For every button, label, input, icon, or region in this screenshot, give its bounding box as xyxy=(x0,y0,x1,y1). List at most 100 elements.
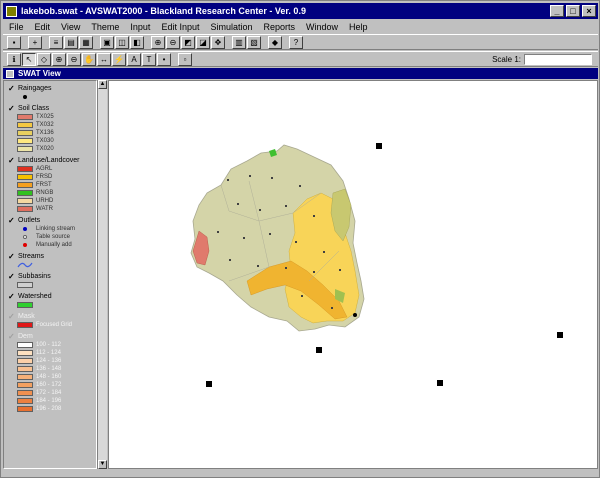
legend-item: 148 - 160 xyxy=(8,373,96,381)
draw-icon[interactable]: • xyxy=(157,52,171,66)
theme-name: Dem xyxy=(18,333,33,340)
zoom-out-icon[interactable]: ⊖ xyxy=(166,35,180,49)
theme-checkbox[interactable]: ✓ xyxy=(8,252,16,261)
horizontal-scrollbar[interactable] xyxy=(3,470,598,477)
legend-item: FRSD xyxy=(8,173,96,181)
legend-item: 124 - 136 xyxy=(8,357,96,365)
legend-item: URHD xyxy=(8,197,96,205)
theme-landuse-landcover[interactable]: ✓ Landuse/Landcover AGRL FRSD FRST RNGB URHD WA… xyxy=(4,156,96,213)
snap-icon[interactable]: ▫ xyxy=(178,52,192,66)
legend-label: TX136 xyxy=(36,130,54,136)
theme-dem[interactable]: ✓ Dem 100 - 112 112 - 124 124 - 136 136 - 148… xyxy=(4,332,96,413)
scroll-down-icon[interactable]: ▼ xyxy=(98,460,107,469)
save-icon[interactable]: ▪ xyxy=(7,35,21,49)
legend-symbol xyxy=(17,206,33,212)
menu-theme[interactable]: Theme xyxy=(91,22,119,32)
legend-symbol xyxy=(17,166,33,172)
find-icon[interactable]: ▥ xyxy=(232,35,246,49)
legend-symbol xyxy=(17,366,33,372)
menu-input[interactable]: Input xyxy=(130,22,150,32)
measure-icon[interactable]: ↔ xyxy=(97,52,111,66)
vertex-icon[interactable]: ◇ xyxy=(37,52,51,66)
toc-scrollbar[interactable]: ▲ ▼ xyxy=(97,80,107,469)
legend-label: Manually add xyxy=(36,242,72,248)
theme-streams[interactable]: ✓ Streams xyxy=(4,252,96,269)
scroll-up-icon[interactable]: ▲ xyxy=(98,80,107,89)
locate-icon[interactable]: ◆ xyxy=(268,35,282,49)
theme-checkbox[interactable]: ✓ xyxy=(8,272,16,281)
add-theme-icon[interactable]: + xyxy=(28,35,42,49)
zoom-in-icon[interactable]: ⊕ xyxy=(151,35,165,49)
menu-edit[interactable]: Edit xyxy=(35,22,51,32)
hotlink-icon[interactable]: ⚡ xyxy=(112,52,126,66)
select-features-icon[interactable]: ◩ xyxy=(181,35,195,49)
legend-item xyxy=(8,93,96,101)
zoom-selected-icon[interactable]: ◧ xyxy=(130,35,144,49)
legend-symbol xyxy=(17,94,33,100)
raingage-marker-3[interactable] xyxy=(557,332,563,338)
legend-symbol xyxy=(17,146,33,152)
zoom-in-tool-icon[interactable]: ⊕ xyxy=(52,52,66,66)
maximize-button[interactable]: □ xyxy=(566,5,580,17)
scale-input[interactable] xyxy=(524,53,592,65)
legend-item: Table source xyxy=(8,233,96,241)
raingage-marker-1[interactable] xyxy=(376,143,382,149)
legend-label: 196 - 208 xyxy=(36,406,62,412)
menu-edit-input[interactable]: Edit Input xyxy=(161,22,199,32)
menu-window[interactable]: Window xyxy=(306,22,338,32)
zoom-out-tool-icon[interactable]: ⊖ xyxy=(67,52,81,66)
theme-checkbox[interactable]: ✓ xyxy=(8,216,16,225)
raingage-marker-2[interactable] xyxy=(316,347,322,353)
menu-help[interactable]: Help xyxy=(349,22,368,32)
raingage-marker-4[interactable] xyxy=(206,381,212,387)
theme-properties-icon[interactable]: ≡ xyxy=(49,35,63,49)
theme-mask[interactable]: ✓ Mask Focused Grid xyxy=(4,312,96,329)
theme-watershed[interactable]: ✓ Watershed xyxy=(4,292,96,309)
theme-checkbox[interactable]: ✓ xyxy=(8,84,16,93)
legend-symbol xyxy=(17,282,33,288)
identify-icon[interactable]: ℹ xyxy=(7,52,21,66)
legend-item: 172 - 184 xyxy=(8,389,96,397)
raingage-marker-5[interactable] xyxy=(437,380,443,386)
clear-selection-icon[interactable]: ◪ xyxy=(196,35,210,49)
theme-checkbox[interactable]: ✓ xyxy=(8,292,16,301)
text-icon[interactable]: T xyxy=(142,52,156,66)
theme-subbasins[interactable]: ✓ Subbasins xyxy=(4,272,96,289)
legend-item: TX032 xyxy=(8,121,96,129)
pan-icon[interactable]: ✋ xyxy=(82,52,96,66)
minimize-button[interactable]: _ xyxy=(550,5,564,17)
pointer-icon[interactable]: ↖ xyxy=(22,52,36,66)
tool-bar: ℹ ↖ ◇ ⊕ ⊖ ✋ ↔ ⚡ A T • ▫ Scale 1: xyxy=(3,51,598,67)
theme-checkbox[interactable]: ✓ xyxy=(8,156,16,165)
zoom-active-icon[interactable]: ◫ xyxy=(115,35,129,49)
map-canvas[interactable] xyxy=(108,80,598,469)
menu-file[interactable]: File xyxy=(9,22,24,32)
help-icon[interactable]: ? xyxy=(289,35,303,49)
legend-label: AGRL xyxy=(36,166,53,172)
menu-simulation[interactable]: Simulation xyxy=(210,22,252,32)
theme-raingages[interactable]: ✓ Raingages xyxy=(4,84,96,101)
query-icon[interactable]: ▧ xyxy=(247,35,261,49)
open-table-icon[interactable]: ▦ xyxy=(79,35,93,49)
menu-reports[interactable]: Reports xyxy=(264,22,296,32)
pan-view-icon[interactable]: ✥ xyxy=(211,35,225,49)
close-button[interactable]: × xyxy=(582,5,596,17)
view-title: SWAT View xyxy=(18,69,61,78)
menu-view[interactable]: View xyxy=(61,22,80,32)
legend-item: RNGB xyxy=(8,189,96,197)
theme-checkbox[interactable]: ✓ xyxy=(8,332,16,341)
zoom-full-icon[interactable]: ▣ xyxy=(100,35,114,49)
edit-legend-icon[interactable]: ▤ xyxy=(64,35,78,49)
legend-label: Focused Grid xyxy=(36,322,73,328)
app-window: lakebob.swat - AVSWAT2000 - Blackland Re… xyxy=(0,0,600,478)
legend-symbol xyxy=(17,382,33,388)
theme-checkbox[interactable]: ✓ xyxy=(8,312,16,321)
theme-checkbox[interactable]: ✓ xyxy=(8,104,16,113)
legend-item: TX136 xyxy=(8,129,96,137)
theme-soil-class[interactable]: ✓ Soil Class TX025 TX032 TX136 TX030 TX020 xyxy=(4,104,96,153)
theme-outlets[interactable]: ✓ Outlets Linking stream Table source Manual… xyxy=(4,216,96,249)
watershed-outlet xyxy=(353,313,357,317)
legend-symbol xyxy=(17,130,33,136)
legend-label: 136 - 148 xyxy=(36,366,62,372)
label-icon[interactable]: A xyxy=(127,52,141,66)
